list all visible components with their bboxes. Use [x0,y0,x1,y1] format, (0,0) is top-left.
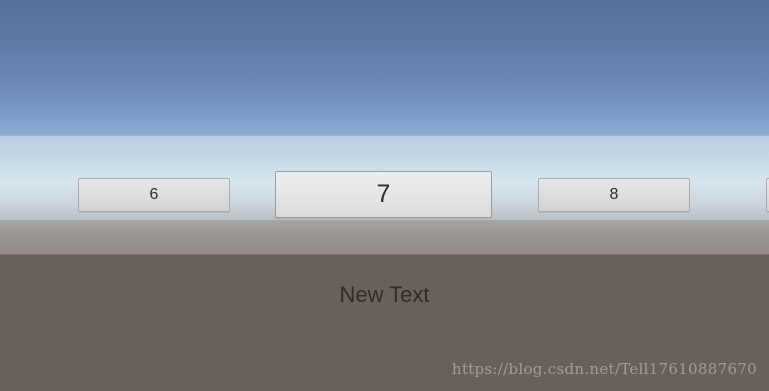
scroll-item-center[interactable]: 7 [275,171,492,218]
scroll-item-center-label: 7 [376,180,391,208]
game-viewport: 6 7 8 New Text https://blog.csdn.net/Tel… [0,0,769,391]
watermark-text: https://blog.csdn.net/Tell17610887670 [451,360,757,378]
scroll-item-left[interactable]: 6 [78,178,230,212]
scroll-item-right-label: 8 [609,186,619,203]
caption-text: New Text [339,282,430,307]
scroll-item-right[interactable]: 8 [538,178,690,212]
ground-near-band [0,220,769,255]
scroll-item-left-label: 6 [149,186,159,203]
skybox-sky [0,0,769,137]
